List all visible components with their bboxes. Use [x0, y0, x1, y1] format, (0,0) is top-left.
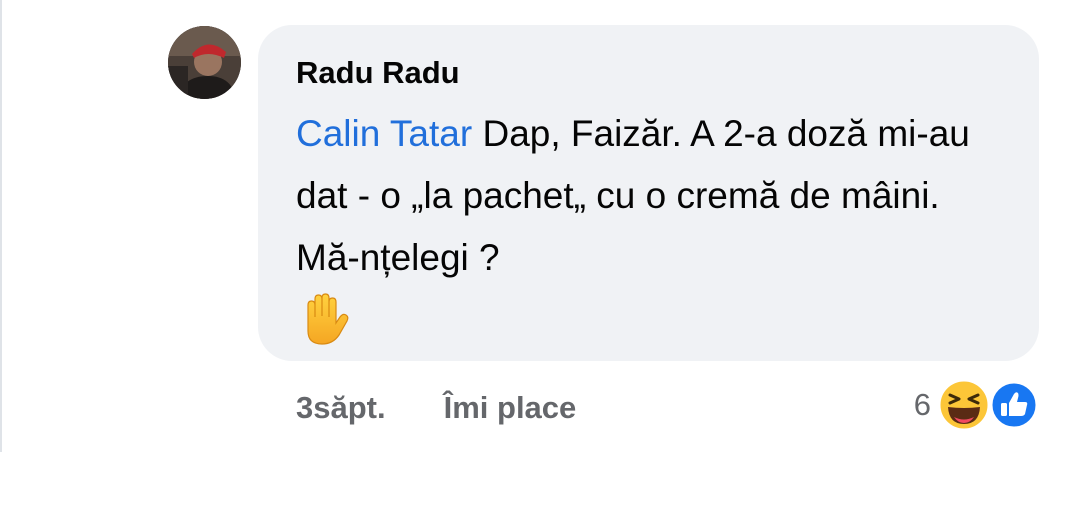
comment-actions: 3săpt. Îmi place — [296, 386, 576, 430]
raised-hand-icon — [307, 293, 349, 345]
like-button[interactable]: Îmi place — [444, 390, 577, 426]
reactions-summary[interactable]: 6 — [914, 378, 1041, 432]
like-reaction-icon — [989, 380, 1039, 430]
reaction-count: 6 — [913, 387, 931, 422]
avatar-photo — [168, 26, 241, 99]
avatar[interactable] — [168, 26, 241, 99]
timestamp[interactable]: 3săpt. — [296, 390, 386, 426]
thread-line — [0, 0, 2, 452]
comment-author[interactable]: Radu Radu — [296, 53, 1001, 93]
haha-reaction-icon — [937, 378, 991, 432]
mention-link[interactable]: Calin Tatar — [296, 113, 472, 154]
comment-text: Calin Tatar Dap, Faizăr. A 2-a doză mi-a… — [296, 103, 996, 347]
reaction-icons — [937, 378, 1041, 432]
comment-bubble: Radu Radu Calin Tatar Dap, Faizăr. A 2-a… — [258, 25, 1039, 361]
